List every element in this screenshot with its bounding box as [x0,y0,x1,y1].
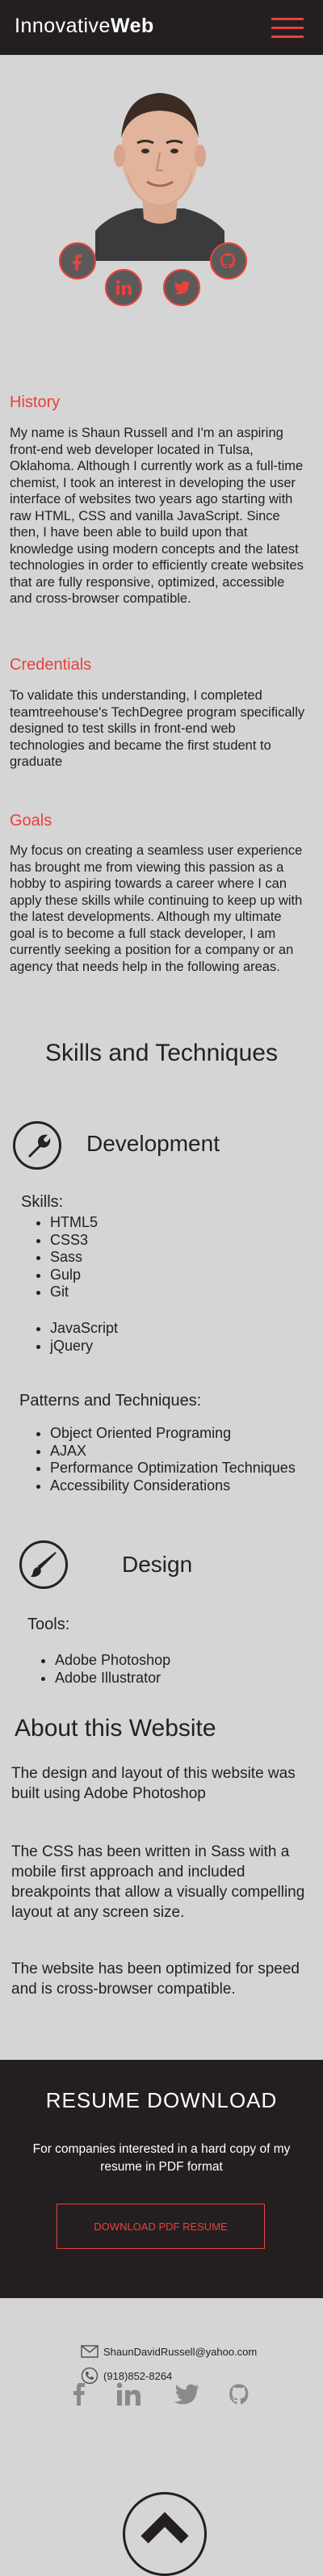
envelope-icon [81,2345,99,2358]
credentials-text: To validate this understanding, I comple… [10,688,305,769]
patterns-label: Patterns and Techniques: [19,1392,202,1410]
list-item: HTML5 [50,1214,98,1232]
list-item: Adobe Illustrator [55,1670,170,1687]
download-resume-button[interactable]: DOWNLOAD PDF RESUME [57,2204,265,2249]
history-title: History [10,393,61,411]
list-item: JavaScript [50,1320,118,1338]
list-item: Adobe Photoshop [55,1652,170,1670]
back-to-top-button[interactable] [123,2492,207,2576]
chevron-up-icon [141,2511,189,2544]
list-item: Accessibility Considerations [50,1477,296,1495]
patterns-list: Object Oriented ProgramingAJAXPerformanc… [34,1425,296,1494]
hero-twitter-icon[interactable] [163,269,200,306]
list-item: Git [50,1284,98,1301]
history-text: My name is Shaun Russell and I'm an aspi… [10,426,304,606]
hero-linkedin-icon[interactable] [105,269,142,306]
resume-section: RESUME DOWNLOAD For companies interested… [0,2060,323,2298]
hero [0,55,323,321]
goals-text: My focus on creating a seamless user exp… [10,843,303,974]
email-text: ShaunDavidRussell@yahoo.com [103,2345,258,2358]
about-paragraph-2: The CSS has been written in Sass with a … [11,1843,305,1921]
site-header: InnovativeWeb [0,0,323,55]
skills-heading: Skills and Techniques [45,1040,278,1066]
profile-photo [95,93,224,261]
logo-light-text: Innovative [15,15,111,37]
logo-bold-text: Web [110,15,154,37]
resume-title: RESUME DOWNLOAD [45,2088,278,2112]
resume-subtitle: For companies interested in a hard copy … [32,2142,291,2174]
about-paragraph-1: The design and layout of this website wa… [11,1765,296,1802]
paintbrush-icon [19,1540,68,1589]
hamburger-menu-icon[interactable] [271,18,304,39]
hero-facebook-icon[interactable] [59,242,96,279]
list-item: AJAX [50,1443,296,1460]
skills-list: HTML5CSS3SassGulpGit [34,1214,98,1301]
list-item: Object Oriented Programing [50,1425,296,1443]
credentials-title: Credentials [10,656,92,674]
footer-github-icon[interactable] [226,2381,254,2408]
about-paragraph-3: The website has been optimized for speed… [11,1960,300,1998]
list-item: Sass [50,1249,98,1267]
site-logo[interactable]: InnovativeWeb [15,15,154,38]
skills-list-js: JavaScriptjQuery [34,1320,118,1355]
tools-label: Tools: [27,1616,70,1633]
development-title: Development [86,1131,220,1156]
footer-twitter-icon[interactable] [173,2381,200,2408]
tools-list: Adobe PhotoshopAdobe Illustrator [39,1652,170,1687]
skills-label: Skills: [21,1193,64,1211]
list-item: jQuery [50,1338,118,1355]
footer-facebook-icon[interactable] [65,2381,92,2408]
hero-github-icon[interactable] [210,242,247,279]
footer-linkedin-icon[interactable] [115,2381,143,2408]
wrench-icon [13,1121,61,1170]
list-item: CSS3 [50,1232,98,1250]
design-title: Design [122,1552,193,1577]
goals-title: Goals [10,812,52,830]
email-row[interactable]: ShaunDavidRussell@yahoo.com [81,2343,257,2360]
list-item: Gulp [50,1267,98,1284]
list-item: Performance Optimization Techniques [50,1460,296,1477]
about-title: About this Website [15,1715,216,1742]
